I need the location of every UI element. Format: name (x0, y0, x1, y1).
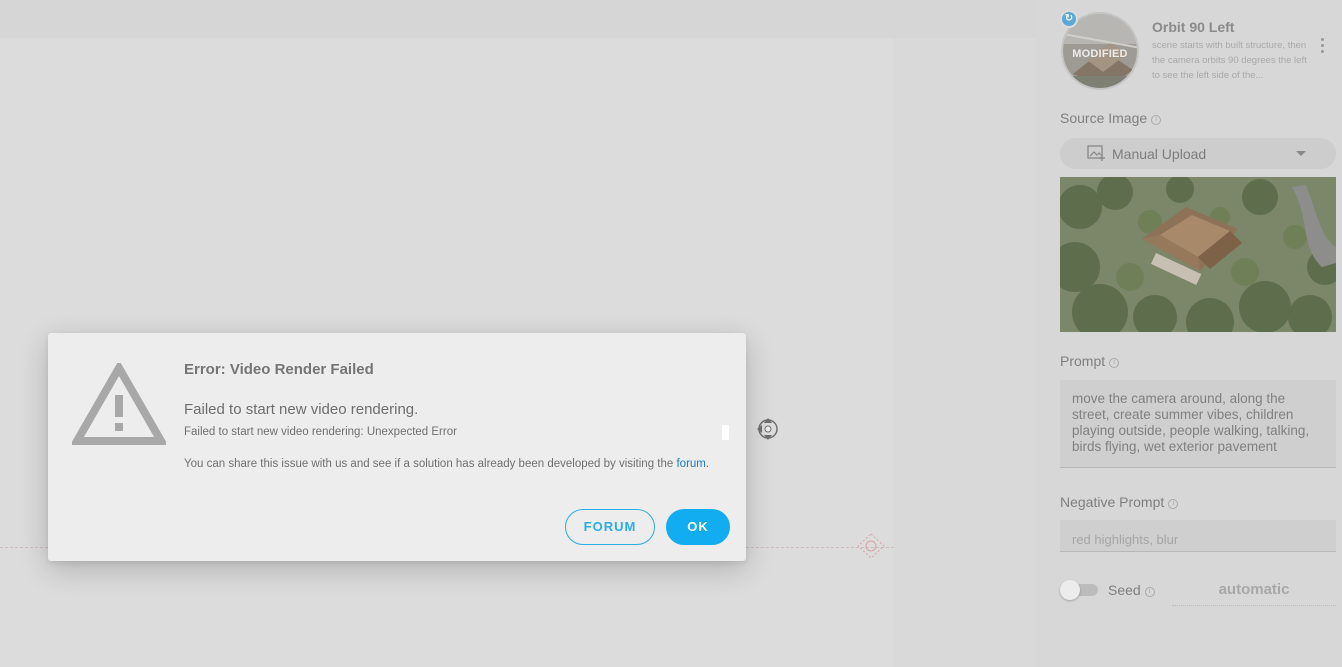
info-icon[interactable]: i (1144, 587, 1155, 597)
preset-title: Orbit 90 Left (1152, 19, 1235, 35)
orbit-gizmo-icon[interactable] (755, 416, 781, 442)
forum-link[interactable]: forum (676, 458, 705, 470)
dialog-detail: Failed to start new video rendering: Une… (184, 426, 457, 438)
info-icon[interactable]: i (1109, 358, 1120, 368)
negative-prompt-input[interactable]: red highlights, blur (1060, 520, 1336, 552)
preset-description: scene starts with built structure, then … (1152, 40, 1307, 81)
prompt-input[interactable]: move the camera around, along the street… (1060, 380, 1336, 468)
scroll-indicator[interactable] (722, 425, 729, 440)
settings-sidebar: MODIFIED ↻ Orbit 90 Left scene starts wi… (1036, 0, 1342, 667)
info-icon[interactable]: i (1151, 115, 1162, 125)
refresh-icon[interactable]: ↻ (1060, 10, 1078, 28)
warning-icon (72, 363, 166, 445)
source-image-selected: Manual Upload (1112, 146, 1207, 162)
error-dialog: Error: Video Render Failed Failed to sta… (48, 333, 746, 561)
ok-button[interactable]: OK (666, 509, 730, 545)
dialog-title: Error: Video Render Failed (184, 361, 374, 378)
seed-input[interactable]: automatic (1172, 576, 1336, 606)
prompt-label: Prompt i (1060, 353, 1120, 369)
forum-button[interactable]: FORUM (565, 509, 655, 545)
toggle-knob (1060, 580, 1080, 600)
image-upload-icon (1087, 145, 1105, 161)
seed-toggle[interactable] (1060, 580, 1098, 600)
dialog-message: Failed to start new video rendering. (184, 401, 419, 418)
source-image-label: Source Image i (1060, 110, 1162, 126)
info-icon[interactable]: i (1168, 499, 1179, 509)
negative-prompt-label: Negative Prompt i (1060, 494, 1179, 510)
modified-badge: MODIFIED (1072, 48, 1128, 60)
viewport-top-strip (0, 0, 1036, 38)
house-aerial-image (1060, 177, 1336, 332)
seed-label: Seed i (1108, 582, 1155, 598)
source-image-select[interactable]: Manual Upload (1060, 138, 1336, 169)
more-options-icon[interactable] (1318, 38, 1326, 58)
source-image-preview[interactable] (1060, 177, 1336, 332)
dialog-share-text: You can share this issue with us and see… (184, 458, 710, 470)
chevron-down-icon (1296, 151, 1306, 156)
target-gizmo-icon[interactable] (857, 533, 885, 559)
